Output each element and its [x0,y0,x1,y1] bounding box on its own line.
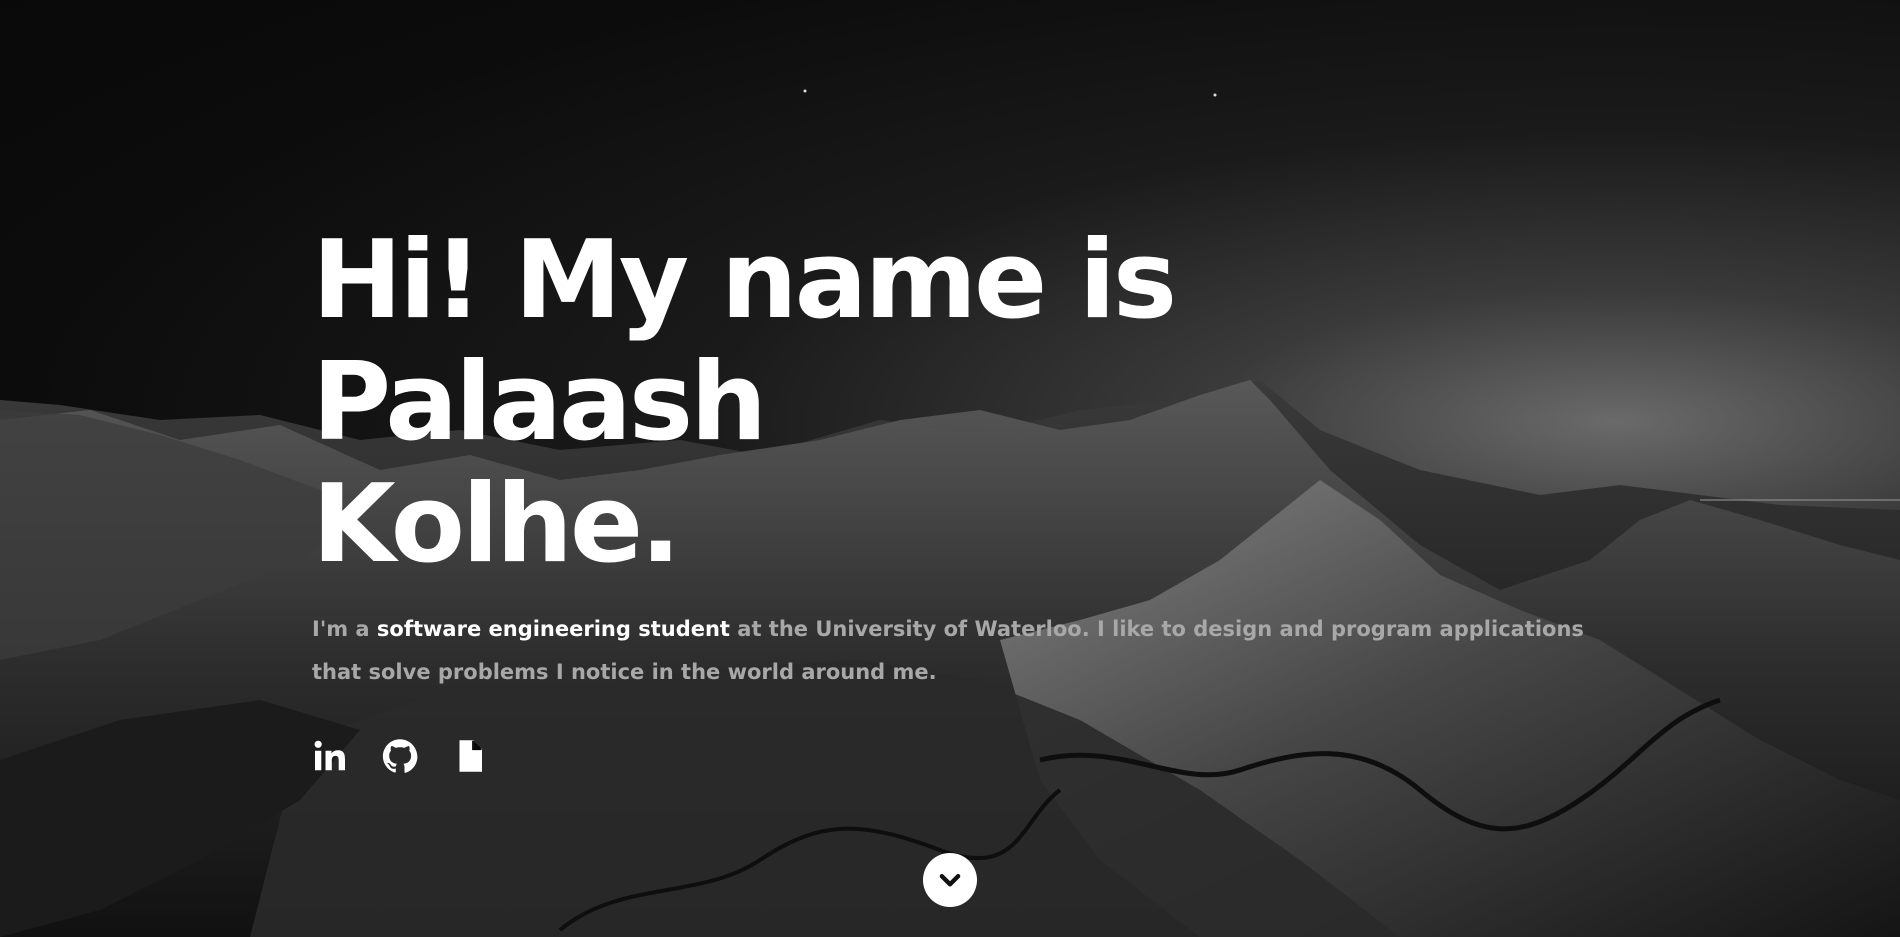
github-icon [382,739,418,773]
github-link[interactable] [382,738,418,774]
chevron-down-icon [939,874,961,887]
scroll-down-button[interactable] [923,853,977,907]
linkedin-link[interactable] [312,738,348,774]
intro-paragraph: I'm a software engineering student at th… [312,608,1592,694]
linkedin-icon [314,740,345,771]
heading-line-1: Hi! My name is Palaash [312,218,1177,465]
resume-link[interactable] [452,738,488,774]
document-icon [459,740,482,772]
intro-highlight: software engineering student [376,617,730,641]
social-links [312,738,1612,774]
hero-content: Hi! My name is Palaash Kolhe. I'm a soft… [312,220,1612,774]
heading-line-2: Kolhe. [312,462,681,587]
intro-prefix: I'm a [312,617,377,641]
hero-section: Hi! My name is Palaash Kolhe. I'm a soft… [0,0,1900,937]
hero-heading: Hi! My name is Palaash Kolhe. [312,220,1612,586]
